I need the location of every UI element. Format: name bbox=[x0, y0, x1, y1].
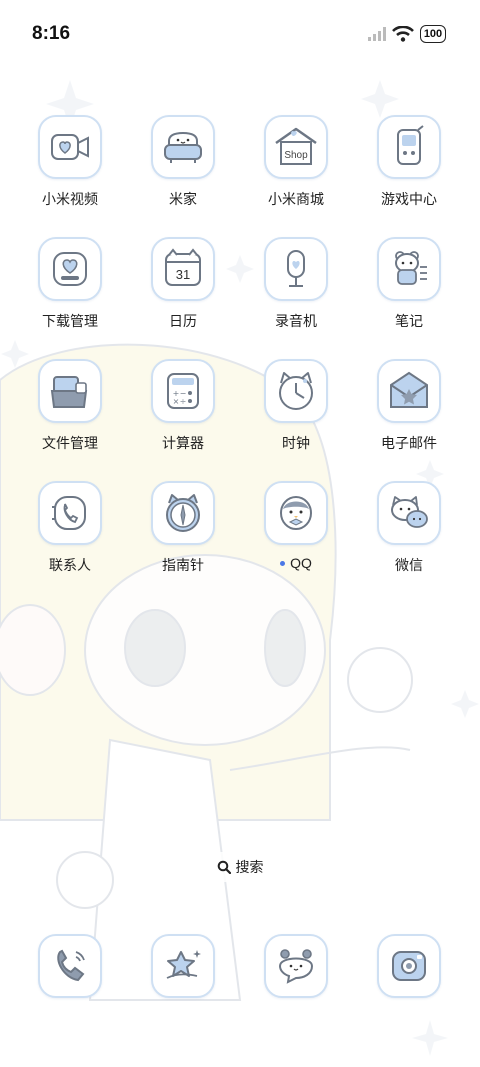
calendar-day: 31 bbox=[176, 267, 190, 282]
app-label: 录音机 bbox=[275, 313, 317, 329]
penguin-icon bbox=[280, 496, 312, 530]
dock-phone[interactable] bbox=[20, 934, 120, 998]
phone-icon bbox=[57, 949, 85, 982]
app-contacts[interactable]: 联系人 bbox=[20, 481, 120, 575]
bear-message-icon bbox=[278, 949, 314, 984]
app-label: 电子邮件 bbox=[381, 435, 437, 451]
search-button[interactable]: 搜索 bbox=[204, 852, 276, 882]
signal-icon bbox=[368, 27, 386, 41]
microphone-icon bbox=[287, 250, 305, 287]
search-label: 搜索 bbox=[235, 859, 264, 875]
folder-icon bbox=[50, 376, 88, 408]
compass-icon bbox=[166, 494, 200, 532]
app-label: 小米商城 bbox=[268, 191, 324, 207]
sofa-icon bbox=[164, 131, 202, 163]
dock bbox=[0, 934, 480, 1000]
app-label: 指南针 bbox=[162, 557, 204, 573]
app-label: 联系人 bbox=[49, 557, 91, 573]
wifi-icon bbox=[392, 26, 414, 42]
app-label: 游戏中心 bbox=[381, 191, 437, 207]
svg-text:÷: ÷ bbox=[180, 397, 187, 406]
dock-favorites[interactable] bbox=[133, 934, 233, 998]
app-label: 计算器 bbox=[162, 435, 204, 451]
svg-text:×: × bbox=[173, 397, 180, 406]
app-mi-video[interactable]: 小米视频 bbox=[20, 115, 120, 209]
app-label: 小米视频 bbox=[42, 191, 98, 207]
cat-clock-icon bbox=[279, 372, 313, 410]
status-bar: 8:16 100 bbox=[0, 0, 480, 70]
dock-messages[interactable] bbox=[246, 934, 346, 998]
shop-icon: Shop bbox=[275, 127, 317, 165]
app-calculator[interactable]: + − × ÷ 计算器 bbox=[133, 359, 233, 453]
camera-icon bbox=[392, 951, 426, 981]
app-label: 下载管理 bbox=[42, 313, 98, 329]
notification-dot bbox=[280, 560, 286, 566]
app-label: QQ bbox=[246, 555, 346, 571]
app-label: 日历 bbox=[169, 313, 197, 329]
app-label: 米家 bbox=[169, 191, 197, 207]
dock-camera[interactable] bbox=[359, 934, 459, 998]
app-qq[interactable]: QQ bbox=[246, 481, 346, 571]
download-heart-icon bbox=[53, 252, 87, 286]
bear-notes-icon bbox=[395, 251, 427, 285]
status-icons: 100 bbox=[368, 22, 446, 46]
app-clock[interactable]: 时钟 bbox=[246, 359, 346, 453]
calculator-icon: + − × ÷ bbox=[167, 373, 199, 409]
app-wechat[interactable]: 微信 bbox=[359, 481, 459, 575]
app-label: 文件管理 bbox=[42, 435, 98, 451]
video-camera-icon bbox=[51, 134, 89, 160]
app-calendar[interactable]: 31 日历 bbox=[133, 237, 233, 331]
battery-icon: 100 bbox=[420, 25, 446, 43]
status-time: 8:16 bbox=[32, 23, 71, 44]
envelope-icon bbox=[390, 371, 428, 408]
app-mijia[interactable]: 米家 bbox=[133, 115, 233, 209]
app-email[interactable]: 电子邮件 bbox=[359, 359, 459, 453]
game-phone-icon bbox=[397, 125, 424, 165]
chat-cat-icon bbox=[391, 496, 428, 528]
app-label: 时钟 bbox=[282, 435, 310, 451]
app-game-center[interactable]: 游戏中心 bbox=[359, 115, 459, 209]
shop-sign-text: Shop bbox=[284, 150, 308, 161]
app-file-manager[interactable]: 文件管理 bbox=[20, 359, 120, 453]
star-icon bbox=[166, 950, 201, 979]
calendar-icon: 31 bbox=[165, 248, 201, 286]
app-notes[interactable]: 笔记 bbox=[359, 237, 459, 331]
app-mi-store[interactable]: Shop 小米商城 bbox=[246, 115, 346, 209]
app-compass[interactable]: 指南针 bbox=[133, 481, 233, 575]
app-download-manager[interactable]: 下载管理 bbox=[20, 237, 120, 331]
phone-contact-icon bbox=[52, 496, 86, 530]
search-icon bbox=[217, 860, 231, 874]
app-label: 笔记 bbox=[395, 313, 423, 329]
app-recorder[interactable]: 录音机 bbox=[246, 237, 346, 331]
app-label-text: QQ bbox=[290, 555, 312, 571]
app-label: 微信 bbox=[395, 557, 423, 573]
